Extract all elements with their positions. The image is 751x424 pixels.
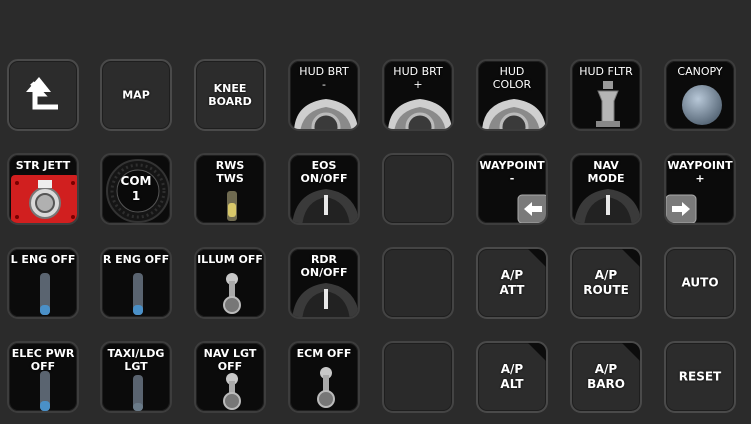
ap-alt-label: A/P ALT xyxy=(500,362,524,391)
eos-onoff-button[interactable]: EOS ON/OFF xyxy=(288,153,360,225)
r-eng-off-button[interactable]: R ENG OFF xyxy=(100,247,172,319)
toggle-switch-icon xyxy=(227,191,237,221)
jettison-switch-icon xyxy=(11,175,77,223)
ap-att-label: A/P ATT xyxy=(499,268,525,297)
hud-brt-minus-button[interactable]: HUD BRT - xyxy=(288,59,360,131)
knob-icon xyxy=(294,99,358,129)
ap-baro-button[interactable]: A/P BARO xyxy=(570,341,642,413)
rotary-selector-icon xyxy=(292,283,358,317)
canopy-handle-icon xyxy=(682,85,722,125)
rws-tws-button[interactable]: RWS TWS xyxy=(194,153,266,225)
waypoint-minus-button[interactable]: WAYPOINT - xyxy=(476,153,548,225)
taxi-ldg-lgt-button[interactable]: TAXI/LDG LGT xyxy=(100,341,172,413)
illum-off-button[interactable]: ILLUM OFF xyxy=(194,247,266,319)
hud-fltr-button[interactable]: HUD FLTR xyxy=(570,59,642,131)
toggle-switch-icon xyxy=(223,373,241,410)
elec-pwr-off-button[interactable]: ELEC PWR OFF xyxy=(7,341,79,413)
throttle-switch-icon xyxy=(133,273,143,315)
arrow-right-icon xyxy=(666,194,697,223)
corner-indicator xyxy=(528,343,546,361)
knob-icon xyxy=(482,99,546,129)
reset-button[interactable]: RESET xyxy=(664,341,736,413)
ap-route-label: A/P ROUTE xyxy=(583,268,629,297)
str-jett-button[interactable]: STR JETT xyxy=(7,153,79,225)
rdr-onoff-button[interactable]: RDR ON/OFF xyxy=(288,247,360,319)
rotary-selector-icon xyxy=(574,189,640,223)
throttle-switch-icon xyxy=(40,371,50,411)
ap-route-button[interactable]: A/P ROUTE xyxy=(570,247,642,319)
toggle-switch-icon xyxy=(317,367,335,408)
back-button[interactable] xyxy=(7,59,79,131)
throttle-switch-icon xyxy=(40,273,50,315)
reset-label: RESET xyxy=(678,369,722,384)
ap-att-button[interactable]: A/P ATT xyxy=(476,247,548,319)
corner-indicator xyxy=(622,249,640,267)
rotary-selector-icon xyxy=(292,189,358,223)
lever-icon xyxy=(596,81,620,127)
map-label: MAP xyxy=(122,88,150,102)
nav-mode-button[interactable]: NAV MODE xyxy=(570,153,642,225)
throttle-switch-icon xyxy=(133,375,143,411)
empty-key[interactable] xyxy=(382,247,454,319)
canopy-button[interactable]: CANOPY xyxy=(664,59,736,131)
back-arrow-icon xyxy=(26,77,58,110)
com1-label: COM 1 xyxy=(120,174,152,203)
nav-lgt-off-button[interactable]: NAV LGT OFF xyxy=(194,341,266,413)
map-button[interactable]: MAP xyxy=(100,59,172,131)
empty-key[interactable] xyxy=(382,341,454,413)
corner-indicator xyxy=(528,249,546,267)
hud-brt-plus-button[interactable]: HUD BRT + xyxy=(382,59,454,131)
arrow-left-icon xyxy=(517,194,546,223)
ecm-off-button[interactable]: ECM OFF xyxy=(288,341,360,413)
auto-button[interactable]: AUTO xyxy=(664,247,736,319)
kneeboard-label: KNEE BOARD xyxy=(208,82,252,108)
toggle-switch-icon xyxy=(223,273,241,314)
corner-indicator xyxy=(622,343,640,361)
auto-label: AUTO xyxy=(681,275,719,290)
waypoint-plus-button[interactable]: WAYPOINT + xyxy=(664,153,736,225)
hud-color-button[interactable]: HUD COLOR xyxy=(476,59,548,131)
l-eng-off-button[interactable]: L ENG OFF xyxy=(7,247,79,319)
ap-baro-label: A/P BARO xyxy=(587,362,625,391)
knob-icon xyxy=(388,99,452,129)
empty-key[interactable] xyxy=(382,153,454,225)
stream-deck-grid: MAP KNEE BOARD HUD BRT - HUD BRT + HUD C… xyxy=(0,0,751,424)
ap-alt-button[interactable]: A/P ALT xyxy=(476,341,548,413)
com1-button[interactable]: COM 1 xyxy=(100,153,172,225)
kneeboard-button[interactable]: KNEE BOARD xyxy=(194,59,266,131)
